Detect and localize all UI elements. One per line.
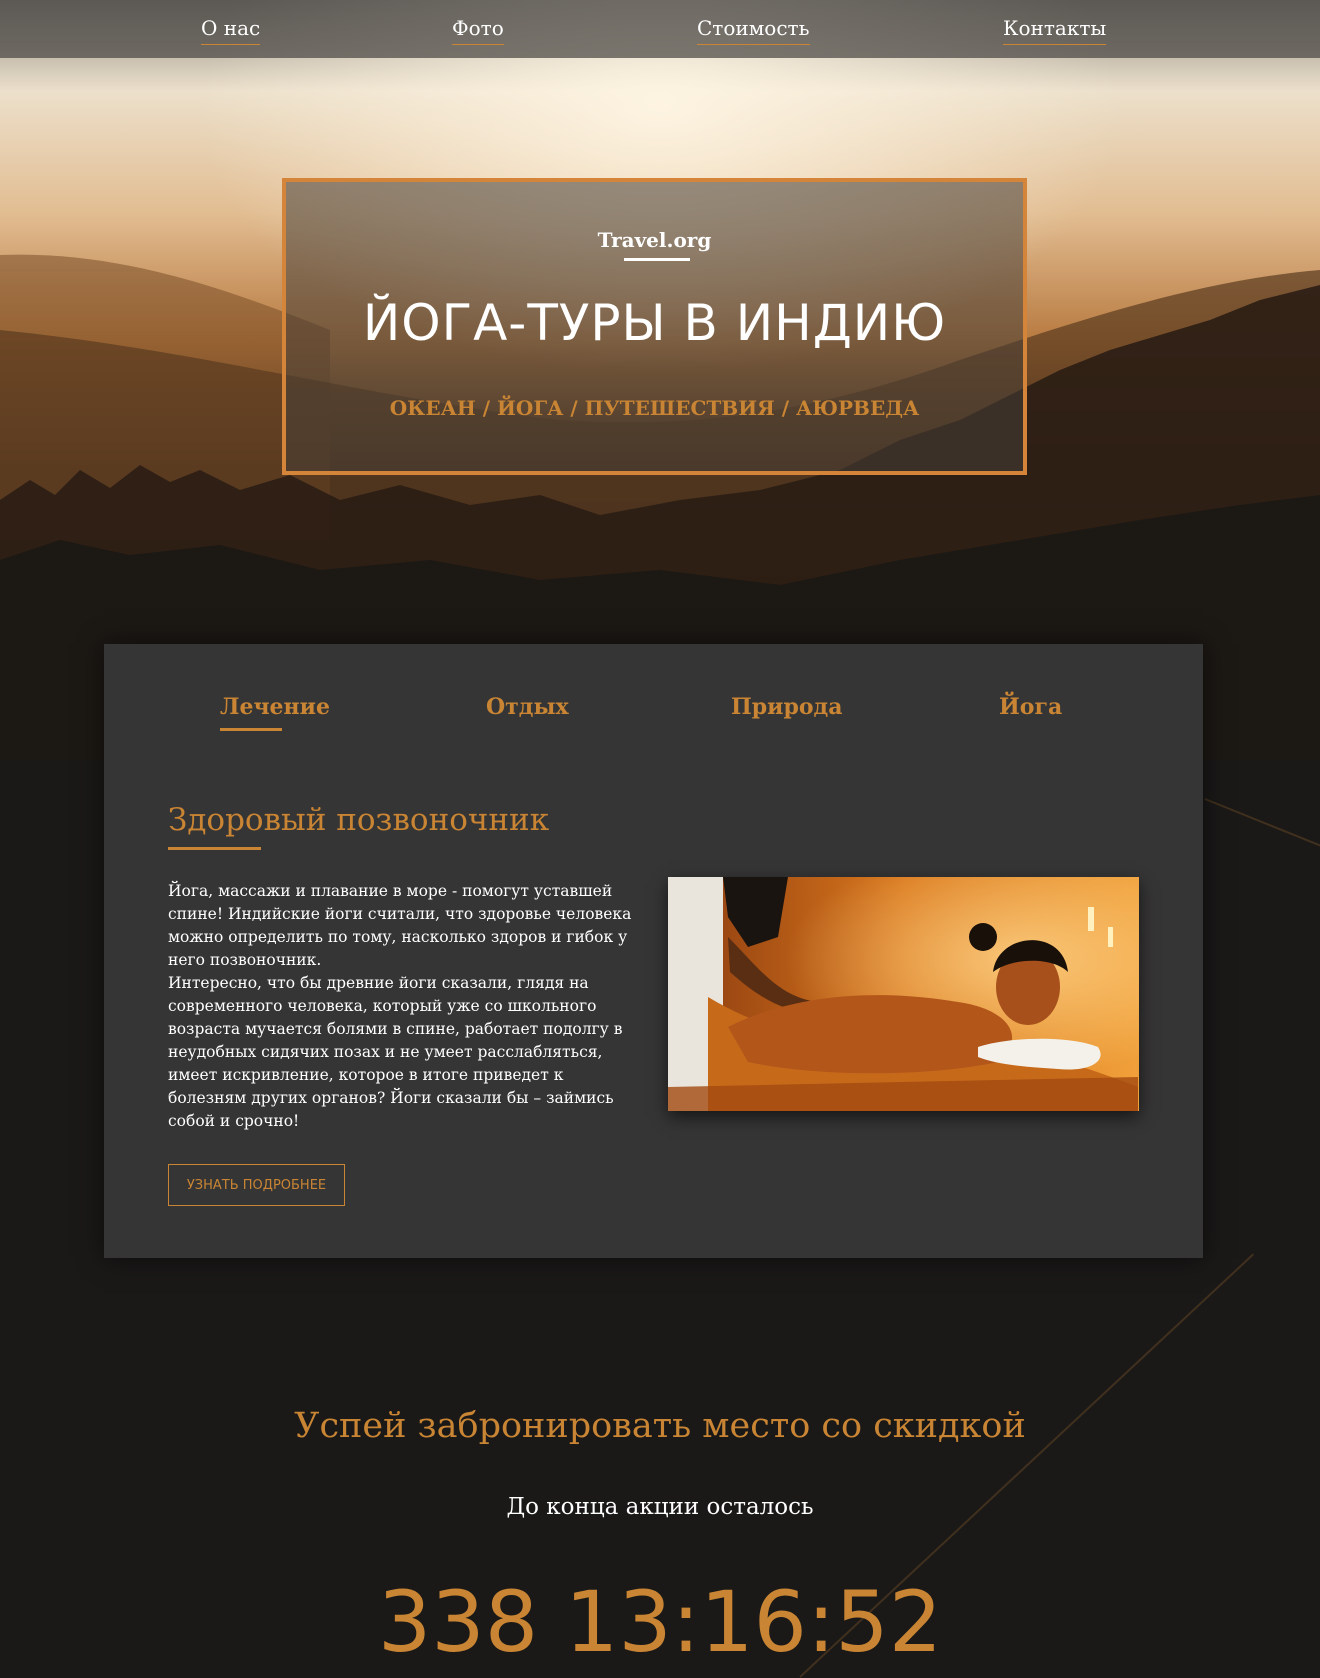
active-tab-indicator — [220, 728, 282, 731]
tab-yoga[interactable]: Йога — [999, 694, 1062, 720]
tab-nature[interactable]: Природа — [731, 694, 842, 720]
massage-photo-illustration — [668, 877, 1139, 1111]
countdown-timer: 338 13:16:52 — [377, 1573, 943, 1671]
learn-more-button[interactable]: УЗНАТЬ ПОДРОБНЕЕ — [168, 1164, 345, 1206]
hero-tagline: ОКЕАН / ЙОГА / ПУТЕШЕСТВИЯ / АЮРВЕДА — [389, 396, 920, 420]
decorative-streak — [1204, 798, 1320, 849]
tab-rest[interactable]: Отдых — [486, 694, 569, 720]
promo-subtitle: До конца акции осталось — [506, 1494, 814, 1520]
nav-link-about[interactable]: О нас — [201, 16, 261, 45]
content-panel: Лечение Отдых Природа Йога Здоровый позв… — [104, 644, 1203, 1258]
promo-title: Успей забронировать место со скидкой — [294, 1406, 1026, 1446]
hero-title-frame: Travel.org ЙОГА-ТУРЫ В ИНДИЮ ОКЕАН / ЙОГ… — [282, 178, 1027, 475]
brand-logo-text[interactable]: Travel.org — [286, 228, 1023, 252]
section-paragraph: Интересно, что бы древние йоги сказали, … — [168, 974, 623, 1130]
top-navbar: О нас Фото Стоимость Контакты — [0, 0, 1320, 58]
nav-link-contacts[interactable]: Контакты — [1003, 16, 1107, 45]
section-paragraph: Йога, массажи и плавание в море - помогу… — [168, 882, 632, 969]
section-body: Йога, массажи и плавание в море - помогу… — [168, 880, 643, 1133]
hero-title: ЙОГА-ТУРЫ В ИНДИЮ — [362, 294, 947, 352]
massage-photo — [668, 877, 1139, 1111]
tab-treatment[interactable]: Лечение — [220, 694, 330, 720]
section-title: Здоровый позвоночник — [168, 802, 550, 838]
brand-underline — [624, 258, 690, 261]
section-title-underline — [168, 847, 261, 850]
nav-link-photo[interactable]: Фото — [452, 16, 504, 45]
nav-link-price[interactable]: Стоимость — [697, 16, 810, 45]
